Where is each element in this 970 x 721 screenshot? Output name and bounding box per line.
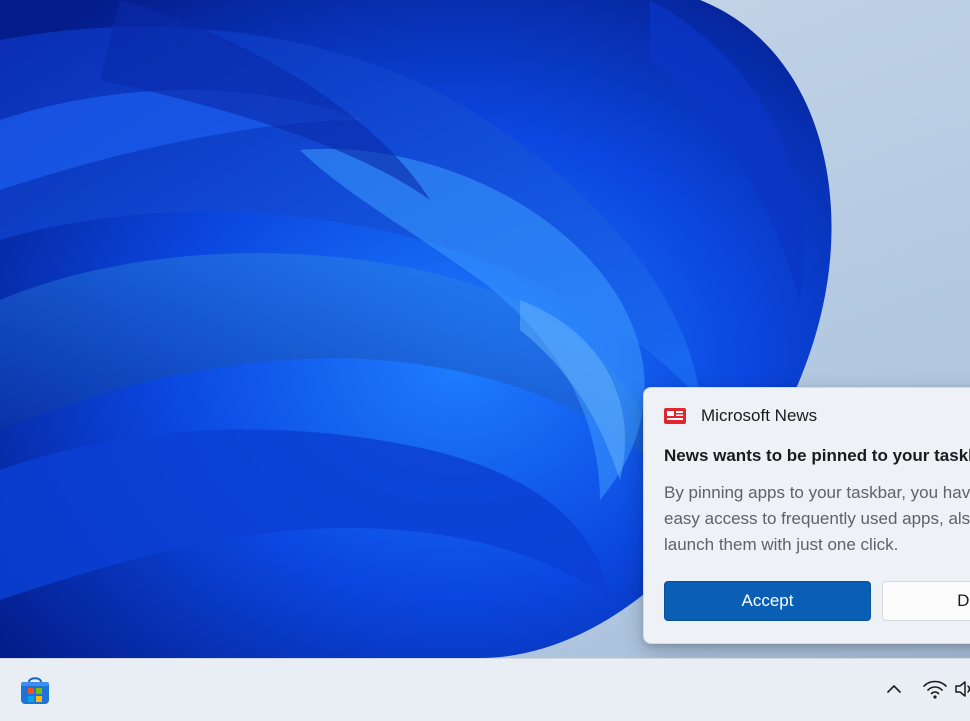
volume-button[interactable] [953, 677, 970, 701]
notification-body-line: easy access to frequently used apps, als… [664, 509, 970, 528]
microsoft-store-icon [21, 677, 49, 704]
pin-app-notification: Microsoft News News wants to be pinned t… [643, 387, 970, 644]
volume-icon [955, 681, 970, 697]
decline-button[interactable]: Decline [882, 581, 970, 621]
notification-body-line: launch them with just one click. [664, 535, 899, 554]
taskbar [0, 658, 970, 721]
accept-button[interactable]: Accept [664, 581, 871, 621]
network-button[interactable] [922, 676, 948, 702]
notification-app-name: Microsoft News [701, 406, 818, 425]
notification-header: Microsoft News [664, 405, 817, 427]
wifi-icon [923, 680, 947, 699]
microsoft-news-icon [664, 408, 686, 424]
show-hidden-icons-button[interactable] [882, 677, 906, 701]
notification-body-line: By pinning apps to your taskbar, you hav… [664, 483, 970, 502]
chevron-up-icon [887, 685, 901, 693]
notification-body: By pinning apps to your taskbar, you hav… [664, 480, 970, 558]
notification-title: News wants to be pinned to your taskbar [664, 446, 970, 465]
taskbar-item-microsoft-store[interactable] [16, 673, 54, 707]
